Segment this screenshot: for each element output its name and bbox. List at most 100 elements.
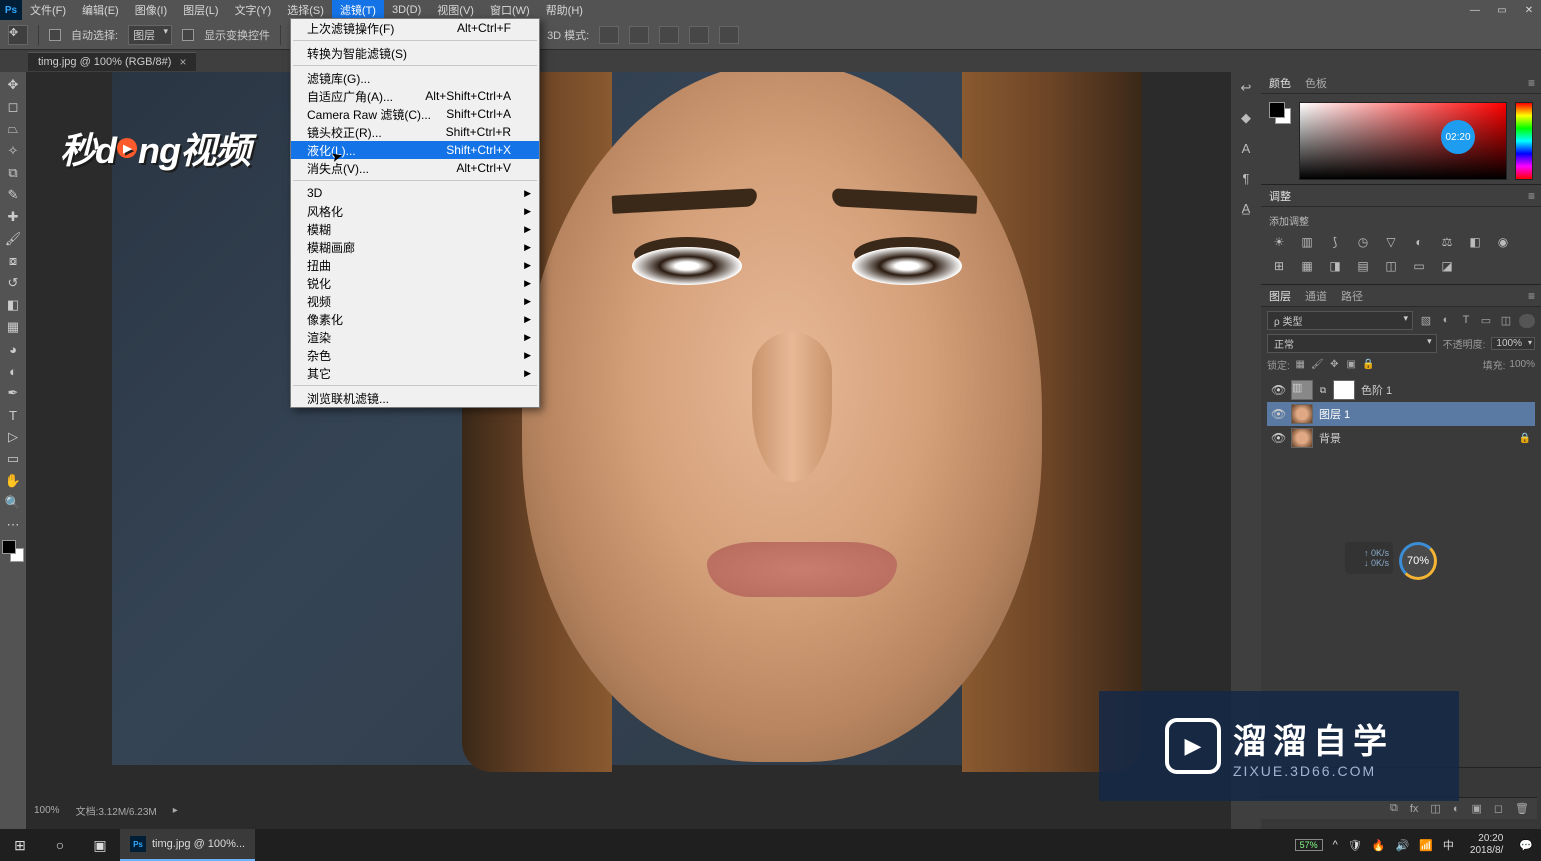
minimize-icon[interactable]: — [1463, 5, 1487, 16]
lock-transparent-icon[interactable]: ▦ [1294, 359, 1307, 370]
layer-item-layer1[interactable]: 👁 图层 1 [1267, 402, 1535, 426]
auto-select-checkbox[interactable] [49, 29, 61, 41]
adj-exposure-icon[interactable]: ◷ [1353, 234, 1373, 250]
dodge-tool[interactable]: ◐ [1, 360, 25, 382]
move-tool-icon[interactable]: ✥ [8, 25, 28, 45]
menu-pixelate[interactable]: 像素化▶ [291, 310, 539, 328]
edit-toolbar[interactable]: ⋯ [1, 514, 25, 536]
mask-link-icon[interactable]: ⧉ [1319, 385, 1327, 396]
char-icon[interactable]: A [1235, 138, 1257, 158]
move-tool[interactable]: ✥ [1, 74, 25, 96]
menu-window[interactable]: 窗口(W) [482, 0, 538, 20]
properties-icon[interactable]: ◆ [1235, 108, 1257, 128]
adj-selectivecolor-icon[interactable]: ◪ [1437, 258, 1457, 274]
pen-tool[interactable]: ✒ [1, 382, 25, 404]
panel-menu-icon[interactable]: ≡ [1528, 289, 1535, 303]
history-brush-tool[interactable]: ↺ [1, 272, 25, 294]
adj-gradientmap-icon[interactable]: ▭ [1409, 258, 1429, 274]
tray-wifi-icon[interactable]: 📶 [1419, 839, 1433, 852]
menu-image[interactable]: 图像(I) [127, 0, 175, 20]
visibility-icon[interactable]: 👁 [1271, 407, 1285, 421]
filter-toggle[interactable] [1519, 314, 1535, 328]
adj-vibrance-icon[interactable]: ▽ [1381, 234, 1401, 250]
menu-edit[interactable]: 编辑(E) [74, 0, 127, 20]
visibility-icon[interactable]: 👁 [1271, 383, 1285, 397]
menu-video[interactable]: 视频▶ [291, 292, 539, 310]
menu-stylize[interactable]: 风格化▶ [291, 202, 539, 220]
adj-curves-icon[interactable]: ⟆ [1325, 234, 1345, 250]
zoom-level[interactable]: 100% [34, 805, 60, 816]
filter-shape-icon[interactable]: ▭ [1479, 314, 1493, 328]
color-field[interactable] [1299, 102, 1507, 180]
menu-convert-smart[interactable]: 转换为智能滤镜(S) [291, 44, 539, 62]
zoom-tool[interactable]: 🔍 [1, 492, 25, 514]
lock-artboard-icon[interactable]: ▣ [1345, 359, 1358, 370]
doc-info[interactable]: 文档:3.12M/6.23M [76, 803, 157, 818]
adj-channelmixer-icon[interactable]: ⊞ [1269, 258, 1289, 274]
menu-file[interactable]: 文件(F) [22, 0, 74, 20]
taskbar-clock[interactable]: 20:20 2018/8/ [1464, 833, 1509, 857]
cortana-icon[interactable]: ○ [40, 829, 80, 861]
adj-colorlookup-icon[interactable]: ▦ [1297, 258, 1317, 274]
menu-lens-correction[interactable]: 镜头校正(R)...Shift+Ctrl+R [291, 123, 539, 141]
brush-tool[interactable]: 🖌 [1, 228, 25, 250]
tab-swatches[interactable]: 色板 [1305, 75, 1327, 91]
paragraph-icon[interactable]: ¶ [1235, 168, 1257, 188]
tab-channels[interactable]: 通道 [1305, 288, 1327, 304]
menu-noise[interactable]: 杂色▶ [291, 346, 539, 364]
tab-color[interactable]: 颜色 [1269, 75, 1291, 91]
menu-vanishing-point[interactable]: 消失点(V)...Alt+Ctrl+V [291, 159, 539, 177]
tab-paths[interactable]: 路径 [1341, 288, 1363, 304]
layer-kind-filter[interactable]: ρ 类型 [1267, 311, 1413, 330]
tray-up-icon[interactable]: ^ [1333, 839, 1338, 851]
fill-value[interactable]: 100% [1509, 359, 1535, 370]
path-tool[interactable]: ▷ [1, 426, 25, 448]
lock-position-icon[interactable]: ✥ [1328, 359, 1341, 370]
menu-browse-online[interactable]: 浏览联机滤镜... [291, 389, 539, 407]
eyedropper-tool[interactable]: ✎ [1, 184, 25, 206]
adj-colorbalance-icon[interactable]: ⚖ [1437, 234, 1457, 250]
tab-adjustments[interactable]: 调整 [1269, 188, 1291, 204]
filter-adj-icon[interactable]: ◐ [1439, 314, 1453, 328]
hue-strip[interactable] [1515, 102, 1533, 180]
hand-tool[interactable]: ✋ [1, 470, 25, 492]
eraser-tool[interactable]: ◧ [1, 294, 25, 316]
delete-layer-icon[interactable]: 🗑 [1515, 802, 1529, 815]
lock-image-icon[interactable]: 🖌 [1311, 359, 1324, 370]
layer-item-background[interactable]: 👁 背景 🔒 [1267, 426, 1535, 450]
menu-camera-raw[interactable]: Camera Raw 滤镜(C)...Shift+Ctrl+A [291, 105, 539, 123]
foreground-color[interactable] [2, 540, 16, 554]
auto-select-dropdown[interactable]: 图层 [128, 25, 172, 45]
menu-select[interactable]: 选择(S) [279, 0, 332, 20]
3d-icon-1[interactable] [599, 26, 619, 44]
taskbar-app-photoshop[interactable]: Ps timg.jpg @ 100%... [120, 829, 255, 861]
link-layers-icon[interactable]: ⧉ [1390, 802, 1398, 815]
panel-menu-icon[interactable]: ≡ [1528, 189, 1535, 203]
marquee-tool[interactable]: ◻ [1, 96, 25, 118]
menu-filter[interactable]: 滤镜(T) [332, 0, 384, 20]
menu-other[interactable]: 其它▶ [291, 364, 539, 382]
wand-tool[interactable]: ✧ [1, 140, 25, 162]
layer-mask-icon[interactable]: ◫ [1430, 802, 1440, 815]
adj-posterize-icon[interactable]: ▤ [1353, 258, 1373, 274]
adj-levels-icon[interactable]: ▥ [1297, 234, 1317, 250]
layer-name[interactable]: 图层 1 [1319, 406, 1350, 422]
menu-filter-gallery[interactable]: 滤镜库(G)... [291, 69, 539, 87]
opacity-value[interactable]: 100% [1491, 337, 1535, 350]
maximize-icon[interactable]: ▭ [1490, 5, 1514, 16]
tab-layers[interactable]: 图层 [1269, 288, 1291, 304]
menu-last-filter[interactable]: 上次滤镜操作(F)Alt+Ctrl+F [291, 19, 539, 37]
doc-tab-close-icon[interactable]: × [179, 55, 186, 69]
adj-hue-icon[interactable]: ◐ [1409, 234, 1429, 250]
adj-brightness-icon[interactable]: ☀ [1269, 234, 1289, 250]
visibility-icon[interactable]: 👁 [1271, 431, 1285, 445]
menu-view[interactable]: 视图(V) [429, 0, 482, 20]
tray-volume-icon[interactable]: 🔊 [1396, 839, 1410, 852]
menu-layer[interactable]: 图层(L) [175, 0, 226, 20]
3d-icon-2[interactable] [629, 26, 649, 44]
shape-tool[interactable]: ▭ [1, 448, 25, 470]
color-swatch[interactable] [2, 540, 24, 562]
menu-blur-gallery[interactable]: 模糊画廊▶ [291, 238, 539, 256]
stamp-tool[interactable]: ⧇ [1, 250, 25, 272]
panel-menu-icon[interactable]: ≡ [1528, 76, 1535, 90]
